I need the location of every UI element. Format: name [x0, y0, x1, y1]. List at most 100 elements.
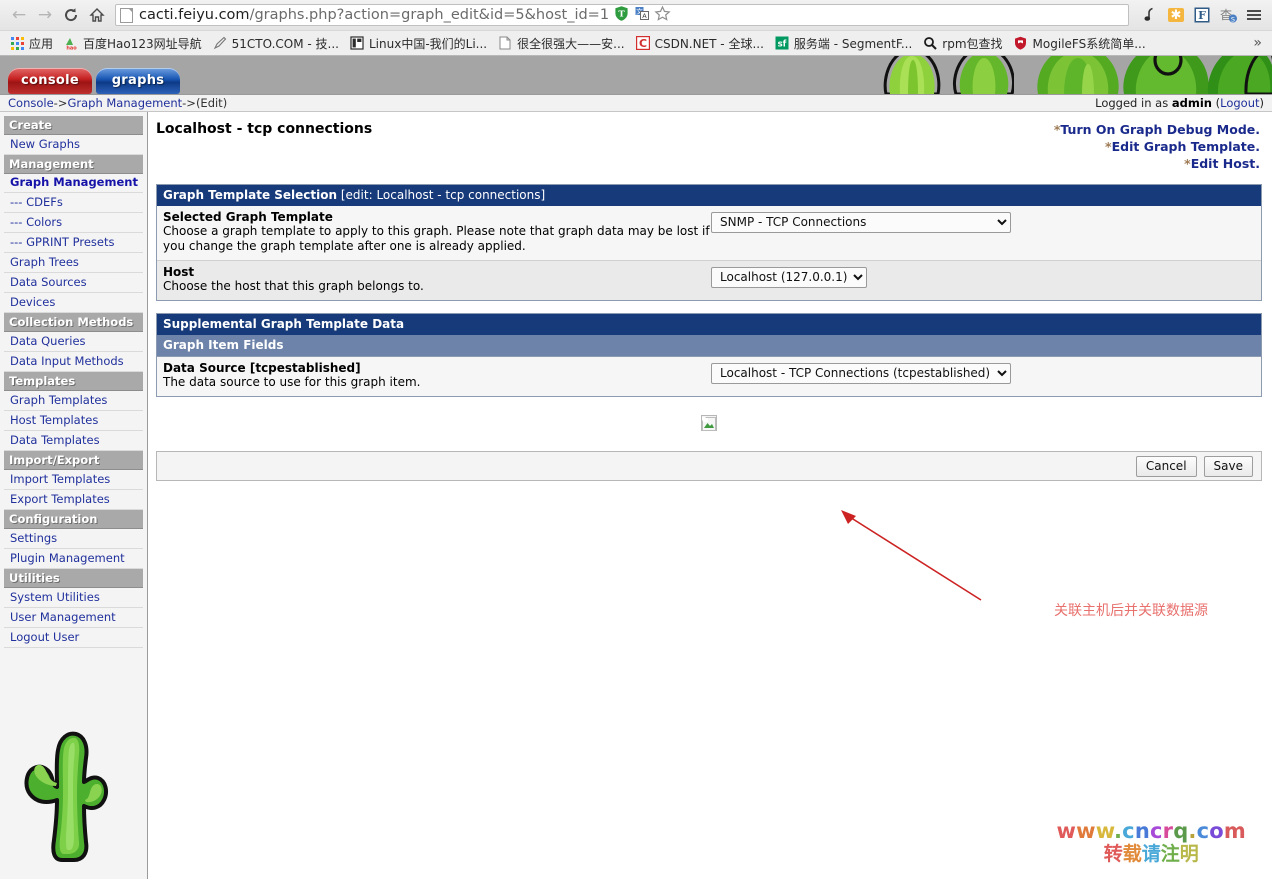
- segmentfault-icon: sf: [774, 35, 790, 51]
- sidebar-item-logout-user[interactable]: Logout User: [4, 628, 143, 649]
- svg-text:hao: hao: [66, 46, 77, 51]
- login-status: Logged in as admin (Logout): [1095, 96, 1264, 110]
- bookmark-linuxcn[interactable]: Linux中国-我们的Li...: [344, 33, 492, 54]
- svg-text:S: S: [1231, 15, 1235, 23]
- data-source-select[interactable]: Localhost - TCP Connections (tcpestablis…: [711, 362, 1011, 384]
- sidebar-item-import-templates[interactable]: Import Templates: [4, 470, 143, 491]
- reload-button[interactable]: [58, 2, 84, 28]
- svg-text:sf: sf: [778, 40, 787, 50]
- sidebar-item-colors[interactable]: --- Colors: [4, 213, 143, 234]
- sidebar-item-graph-management[interactable]: Graph Management: [4, 174, 143, 194]
- sidebar-item-devices[interactable]: Devices: [4, 293, 143, 314]
- sidebar-item-plugin-management[interactable]: Plugin Management: [4, 549, 143, 570]
- bookmark-generic-page[interactable]: 很全很强大——安...: [492, 33, 629, 54]
- translate-icon[interactable]: 文 A: [634, 5, 650, 25]
- sidebar-section-import-export: Import/Export: [4, 451, 143, 471]
- sidebar-item-new-graphs[interactable]: New Graphs: [4, 135, 143, 155]
- bookmark-hao123[interactable]: hao 百度Hao123网址导航: [58, 33, 207, 54]
- page-icon: [120, 7, 133, 23]
- sidebar-item-export-templates[interactable]: Export Templates: [4, 490, 143, 511]
- sidebar-item-system-utilities[interactable]: System Utilities: [4, 588, 143, 609]
- svg-text:C: C: [639, 37, 647, 50]
- apps-grid-icon: [9, 35, 25, 51]
- graph-template-selection-box: Graph Template Selection [edit: Localhos…: [156, 184, 1262, 301]
- cancel-button[interactable]: Cancel: [1135, 455, 1197, 477]
- svg-text:✱: ✱: [1171, 8, 1182, 23]
- svg-text:F: F: [1198, 9, 1206, 22]
- csdn-icon: C: [635, 35, 651, 51]
- field-description: Choose a graph template to apply to this…: [163, 224, 710, 253]
- breadcrumb-current: (Edit): [195, 96, 228, 110]
- svg-text:T: T: [618, 9, 625, 19]
- tab-console[interactable]: console: [8, 68, 92, 94]
- menu-icon[interactable]: [1242, 3, 1266, 27]
- home-icon: [89, 8, 105, 22]
- edit-graph-template-link[interactable]: *Edit Graph Template.: [1054, 138, 1260, 155]
- broken-image-icon: [701, 415, 717, 431]
- reload-icon: [65, 8, 78, 22]
- svg-text:A: A: [642, 12, 647, 20]
- host-select[interactable]: Localhost (127.0.0.1): [711, 266, 867, 288]
- bookmark-rpm-search[interactable]: rpm包查找: [917, 33, 1007, 54]
- bookmark-label: rpm包查找: [942, 36, 1003, 51]
- logout-link[interactable]: Logout: [1220, 96, 1259, 110]
- watermark-line-2: 转载请注明: [1103, 842, 1199, 865]
- cacti-page: console graphs Console -> Graph Manageme…: [0, 56, 1272, 880]
- sidebar-item-user-management[interactable]: User Management: [4, 608, 143, 629]
- bookmark-mogilefs[interactable]: MogileFS系统简单...: [1008, 33, 1151, 54]
- shield-icon: [1013, 35, 1029, 51]
- sidebar-item-data-sources[interactable]: Data Sources: [4, 273, 143, 294]
- sidebar-item-cdefs[interactable]: --- CDEFs: [4, 193, 143, 214]
- page-title: Localhost - tcp connections: [156, 121, 373, 137]
- sidebar-item-graph-templates[interactable]: Graph Templates: [4, 391, 143, 412]
- graph-template-selection-title: Graph Template Selection [edit: Localhos…: [157, 185, 1261, 206]
- breadcrumb-console[interactable]: Console: [8, 96, 54, 110]
- back-button[interactable]: ←: [6, 2, 32, 28]
- bookmark-segmentfault[interactable]: sf 服务端 - SegmentF...: [769, 33, 917, 54]
- tab-graphs[interactable]: graphs: [96, 68, 180, 94]
- graph-preview-area: [156, 397, 1262, 447]
- field-row-selected-graph-template: Selected Graph Template Choose a graph t…: [157, 206, 1261, 261]
- field-label-block: Selected Graph Template Choose a graph t…: [163, 210, 711, 254]
- field-control-block: Localhost - TCP Connections (tcpestablis…: [711, 361, 1011, 384]
- sidebar-item-settings[interactable]: Settings: [4, 529, 143, 550]
- edit-host-link[interactable]: *Edit Host.: [1054, 155, 1260, 172]
- address-bar[interactable]: cacti.feiyu.com/graphs.php?action=graph_…: [115, 4, 1129, 26]
- music-note-icon[interactable]: [1138, 3, 1162, 27]
- sidebar-item-host-templates[interactable]: Host Templates: [4, 411, 143, 432]
- save-button[interactable]: Save: [1203, 455, 1253, 477]
- turn-on-graph-debug-mode-link[interactable]: *Turn On Graph Debug Mode.: [1054, 121, 1260, 138]
- bookmark-51cto[interactable]: 51CTO.COM - 技...: [207, 33, 344, 54]
- star-icon[interactable]: [654, 5, 671, 26]
- asterisk-icon[interactable]: ✱: [1164, 3, 1188, 27]
- bookmarks-overflow-button[interactable]: »: [1247, 35, 1268, 51]
- sidebar-item-graph-trees[interactable]: Graph Trees: [4, 253, 143, 274]
- f-box-icon[interactable]: F: [1190, 3, 1214, 27]
- breadcrumb-sep: ->: [53, 96, 68, 110]
- sidebar-item-gprint-presets[interactable]: --- GPRINT Presets: [4, 233, 143, 254]
- field-label-block: Data Source [tcpestablished] The data so…: [163, 361, 711, 390]
- shield-t-icon[interactable]: T: [613, 5, 630, 26]
- bookmarks-bar: 应用 hao 百度Hao123网址导航 51CTO.COM - 技... Lin…: [0, 30, 1272, 55]
- bookmark-label: 服务端 - SegmentF...: [793, 36, 913, 51]
- supplemental-graph-template-data-box: Supplemental Graph Template Data Graph I…: [156, 313, 1262, 397]
- field-description: The data source to use for this graph it…: [163, 375, 421, 389]
- page-body: Create New Graphs Management Graph Manag…: [0, 112, 1272, 879]
- selected-graph-template-select[interactable]: SNMP - TCP Connections: [711, 211, 1011, 233]
- bookmark-csdn[interactable]: C CSDN.NET - 全球...: [630, 33, 769, 54]
- field-control-block: Localhost (127.0.0.1): [711, 265, 867, 288]
- breadcrumb-graph-management[interactable]: Graph Management: [67, 96, 182, 110]
- dictionary-icon[interactable]: 杳 S: [1216, 3, 1240, 27]
- bookmark-label: Linux中国-我们的Li...: [368, 36, 488, 51]
- sidebar-item-data-templates[interactable]: Data Templates: [4, 431, 143, 452]
- sidebar-section-utilities: Utilities: [4, 569, 143, 589]
- sidebar-section-configuration: Configuration: [4, 510, 143, 530]
- field-row-host: Host Choose the host that this graph bel…: [157, 261, 1261, 300]
- forward-button[interactable]: →: [32, 2, 58, 28]
- home-button[interactable]: [84, 2, 110, 28]
- field-name: Host: [163, 265, 195, 279]
- bookmark-apps[interactable]: 应用: [4, 33, 58, 54]
- browser-chrome: ← → cacti.feiyu.com/graphs.php?action=gr…: [0, 0, 1272, 56]
- sidebar-item-data-queries[interactable]: Data Queries: [4, 332, 143, 353]
- sidebar-item-data-input-methods[interactable]: Data Input Methods: [4, 352, 143, 373]
